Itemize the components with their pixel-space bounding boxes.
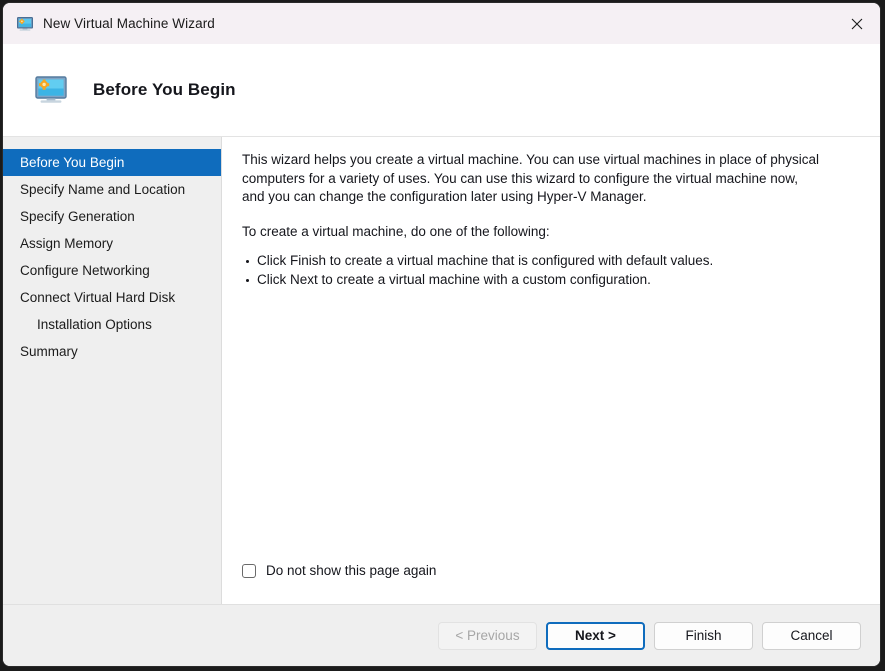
- sidebar-item-before-you-begin[interactable]: Before You Begin: [3, 149, 221, 176]
- page-header: Before You Begin: [3, 44, 880, 137]
- checkbox-box-icon[interactable]: [242, 563, 256, 578]
- title-bar: New Virtual Machine Wizard: [3, 3, 880, 44]
- wizard-window: New Virtual Machine Wizard Before You Be…: [2, 2, 881, 667]
- list-item: Click Finish to create a virtual machine…: [242, 252, 850, 271]
- sidebar-item-specify-name-and-location[interactable]: Specify Name and Location: [3, 176, 221, 203]
- do-not-show-again-checkbox[interactable]: Do not show this page again: [242, 563, 436, 578]
- window-title: New Virtual Machine Wizard: [43, 16, 215, 31]
- wizard-body: Before You Begin Specify Name and Locati…: [3, 137, 880, 604]
- close-icon[interactable]: [834, 3, 880, 44]
- checkbox-label: Do not show this page again: [266, 563, 437, 578]
- wizard-steps-sidebar: Before You Begin Specify Name and Locati…: [3, 137, 222, 604]
- previous-button[interactable]: < Previous: [438, 621, 537, 650]
- virtual-machine-monitor-icon: [17, 16, 33, 32]
- sidebar-item-configure-networking[interactable]: Configure Networking: [3, 257, 221, 284]
- sidebar-item-connect-virtual-hard-disk[interactable]: Connect Virtual Hard Disk: [3, 284, 221, 311]
- wizard-content: This wizard helps you create a virtual m…: [222, 137, 880, 604]
- list-item: Click Next to create a virtual machine w…: [242, 271, 850, 290]
- button-bar: < Previous Next > Finish Cancel: [3, 604, 880, 666]
- sidebar-item-installation-options[interactable]: Installation Options: [3, 311, 221, 338]
- next-button[interactable]: Next >: [546, 621, 645, 650]
- cancel-button[interactable]: Cancel: [762, 621, 861, 650]
- options-list: Click Finish to create a virtual machine…: [242, 252, 850, 289]
- finish-button[interactable]: Finish: [654, 621, 753, 650]
- sidebar-item-summary[interactable]: Summary: [3, 338, 221, 365]
- virtual-machine-monitor-icon: [35, 74, 67, 106]
- instruction-paragraph: To create a virtual machine, do one of t…: [242, 223, 550, 239]
- sidebar-item-assign-memory[interactable]: Assign Memory: [3, 230, 221, 257]
- intro-paragraph: This wizard helps you create a virtual m…: [242, 152, 820, 204]
- page-title: Before You Begin: [93, 80, 236, 99]
- sidebar-item-specify-generation[interactable]: Specify Generation: [3, 203, 221, 230]
